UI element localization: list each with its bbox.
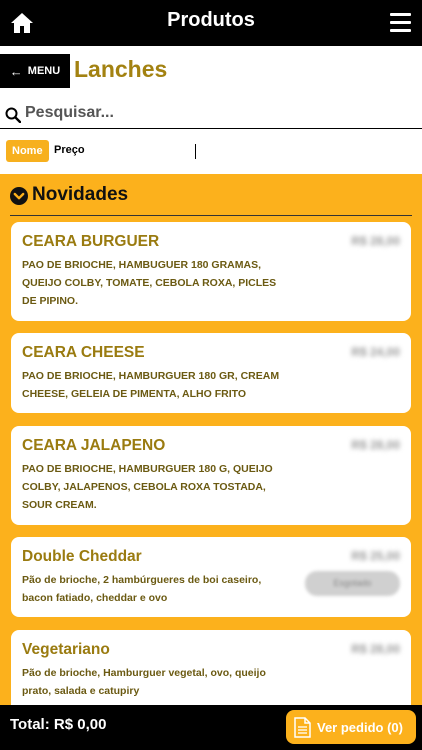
product-price: R$ 25,00 bbox=[351, 549, 400, 563]
sort-by-price-button[interactable]: Preço bbox=[54, 144, 85, 156]
view-order-button[interactable]: Ver pedido (0) bbox=[286, 710, 416, 744]
sort-by-name-button[interactable]: Nome bbox=[6, 140, 49, 162]
hamburger-menu-icon bbox=[390, 13, 411, 16]
search-input[interactable] bbox=[25, 102, 405, 124]
bottom-bar: Total: R$ 0,00 Ver pedido (0) bbox=[0, 705, 422, 750]
unavailable-badge: Esgotado bbox=[305, 571, 400, 596]
product-card[interactable]: Double Cheddar Pão de brioche, 2 hambúrg… bbox=[11, 537, 411, 617]
chevron-down-circle-icon bbox=[10, 187, 28, 205]
search-icon bbox=[5, 107, 21, 123]
search-bar bbox=[0, 100, 422, 129]
back-to-menu-button[interactable]: ← MENU bbox=[0, 54, 70, 88]
product-price: R$ 28,00 bbox=[351, 438, 400, 452]
product-description: Pão de brioche, Hamburguer vegetal, ovo,… bbox=[22, 667, 266, 697]
sort-bar: Nome Preço bbox=[0, 130, 422, 174]
product-price: R$ 28,00 bbox=[351, 642, 400, 656]
back-button-label: MENU bbox=[27, 65, 61, 77]
view-order-label: Ver pedido (0) bbox=[317, 719, 403, 735]
top-bar: Produtos bbox=[0, 0, 422, 46]
document-icon bbox=[294, 716, 311, 738]
section-header[interactable]: Novidades bbox=[10, 184, 412, 216]
arrow-left-icon: ← bbox=[9, 63, 23, 79]
product-name: CEARA JALAPENO bbox=[22, 437, 166, 454]
product-list: Novidades CEARA BURGUER PAO DE BRIOCHE, … bbox=[0, 174, 422, 705]
product-name: Double Cheddar bbox=[22, 548, 142, 565]
product-card[interactable]: Vegetariano Pão de brioche, Hamburguer v… bbox=[11, 630, 411, 705]
order-total: Total: R$ 0,00 bbox=[10, 716, 107, 733]
product-name: Vegetariano bbox=[22, 641, 110, 658]
product-name: CEARA CHEESE bbox=[22, 344, 145, 361]
category-title: Lanches bbox=[74, 56, 168, 82]
product-description: Pão de brioche, 2 hambúrgueres de boi ca… bbox=[22, 574, 262, 604]
section-title: Novidades bbox=[32, 184, 129, 205]
product-description: PAO DE BRIOCHE, HAMBUGUER 180 GRAMAS, QU… bbox=[22, 259, 277, 307]
product-card[interactable]: CEARA BURGUER PAO DE BRIOCHE, HAMBUGUER … bbox=[11, 222, 411, 321]
sort-divider bbox=[195, 144, 196, 159]
product-name: CEARA BURGUER bbox=[22, 233, 160, 250]
product-description: PAO DE BRIOCHE, HAMBURGUER 180 GR, CREAM… bbox=[22, 370, 280, 400]
hamburger-menu-button[interactable] bbox=[390, 13, 411, 32]
product-price: R$ 24,00 bbox=[351, 345, 400, 359]
product-card[interactable]: CEARA JALAPENO PAO DE BRIOCHE, HAMBURGUE… bbox=[11, 426, 411, 525]
page-title: Produtos bbox=[167, 9, 255, 31]
product-description: PAO DE BRIOCHE, HAMBURGUER 180 G, QUEIJO… bbox=[22, 463, 273, 511]
product-price: R$ 28,00 bbox=[351, 234, 400, 248]
category-row: ← MENU Lanches bbox=[0, 54, 422, 90]
product-card[interactable]: CEARA CHEESE PAO DE BRIOCHE, HAMBURGUER … bbox=[11, 333, 411, 413]
